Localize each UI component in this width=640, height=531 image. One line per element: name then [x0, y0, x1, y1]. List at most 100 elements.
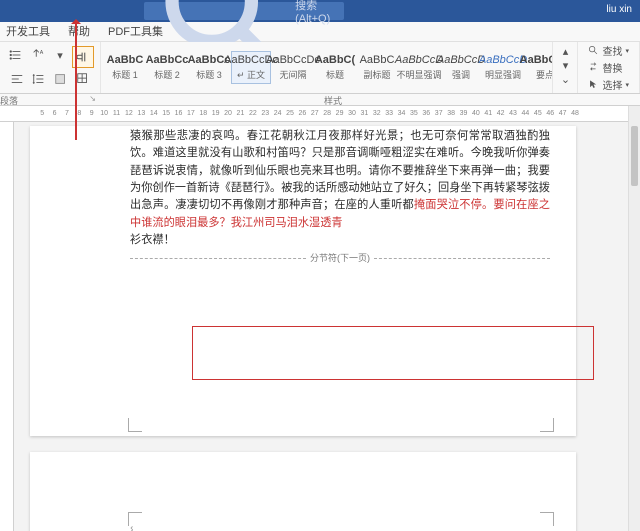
vertical-scrollbar[interactable]: [628, 106, 640, 531]
horizontal-ruler[interactable]: 5678910111213141516171819202122232425262…: [0, 106, 640, 122]
ruler-tick: 16: [172, 110, 184, 117]
ruler-tick: 40: [470, 110, 482, 117]
ruler-tick: 25: [284, 110, 296, 117]
svg-text:A: A: [40, 50, 44, 56]
style-item-3[interactable]: AaBbCcDc↵ 正文: [231, 51, 271, 84]
select-label: 选择: [602, 77, 622, 92]
ruler-tick: 26: [296, 110, 308, 117]
title-bar: 搜索(Alt+Q) liu xin: [0, 0, 640, 22]
style-item-5[interactable]: AaBbC(标题: [315, 51, 355, 84]
ruler-tick: 39: [457, 110, 469, 117]
ruler-tick: 5: [36, 110, 48, 117]
chevron-down-icon[interactable]: ▾: [50, 46, 70, 64]
ruler-tick: 24: [271, 110, 283, 117]
ruler-tick: 30: [346, 110, 358, 117]
style-item-10[interactable]: AaBbCcD要点: [525, 51, 553, 84]
find-button[interactable]: 查找▾: [588, 43, 629, 58]
ribbon-captions: 段落 ↘ 样式: [0, 94, 640, 106]
ruler-tick: 32: [371, 110, 383, 117]
ruler-tick: 36: [420, 110, 432, 117]
replace-button[interactable]: 替换: [588, 60, 629, 75]
style-preview: AaBbCcD: [520, 54, 554, 66]
style-item-9[interactable]: AaBbCcD明显强调: [483, 51, 523, 84]
ruler-tick: 38: [445, 110, 457, 117]
ruler-tick: 22: [247, 110, 259, 117]
style-sub: 标题 3: [196, 68, 222, 81]
style-item-1[interactable]: AaBbCc标题 2: [147, 51, 187, 84]
style-sub: ↵ 正文: [237, 68, 265, 81]
style-sub: 明显强调: [485, 68, 521, 81]
style-sub: 副标题: [363, 68, 390, 81]
margin-corner-bl: [128, 418, 142, 432]
scrollbar-thumb[interactable]: [631, 126, 638, 186]
bullet-list-button[interactable]: [6, 46, 26, 64]
style-item-8[interactable]: AaBbCcD强调: [441, 51, 481, 84]
ruler-tick: 27: [309, 110, 321, 117]
ruler-tick: 9: [86, 110, 98, 117]
style-item-4[interactable]: AaBbCcDc无间隔: [273, 51, 313, 84]
ruler-tick: 17: [185, 110, 197, 117]
cursor-icon: [588, 79, 599, 90]
editing-group: 查找▾ 替换 选择▾: [578, 42, 640, 93]
ruler-tick: 11: [110, 110, 122, 117]
page-1[interactable]: 猿猴那些悲凄的哀鸣。春江花朝秋江月夜那样好光景；也无可奈何常常取酒独酌独饮。难道…: [30, 126, 576, 436]
ruler-tick: 47: [556, 110, 568, 117]
shading-button[interactable]: [51, 70, 71, 88]
line-spacing-button[interactable]: [29, 70, 49, 88]
section-break: 分节符(下一页): [130, 252, 550, 266]
ruler-tick: 45: [532, 110, 544, 117]
ruler-tick: 35: [408, 110, 420, 117]
select-button[interactable]: 选择▾: [588, 77, 629, 92]
ruler-tick: 44: [519, 110, 531, 117]
tab-dev-tools[interactable]: 开发工具: [4, 21, 52, 41]
body-span-2: 衫衣襟！: [130, 234, 175, 246]
ruler-tick: 29: [333, 110, 345, 117]
ruler-tick: 19: [209, 110, 221, 117]
page-2[interactable]: ⸾: [30, 452, 576, 531]
style-sub: 无间隔: [279, 68, 306, 81]
style-item-7[interactable]: AaBbCcD不明显强调: [399, 51, 439, 84]
find-label: 查找: [602, 43, 622, 58]
ruler-tick: 20: [222, 110, 234, 117]
ruler-tick: 14: [148, 110, 160, 117]
gallery-more-button[interactable]: ⌄: [555, 72, 575, 86]
tab-help[interactable]: 帮助: [66, 21, 92, 41]
ruler-tick: 28: [321, 110, 333, 117]
style-sub: 强调: [452, 68, 470, 81]
document-body[interactable]: 猿猴那些悲凄的哀鸣。春江花朝秋江月夜那样好光景；也无可奈何常常取酒独酌独饮。难道…: [130, 128, 550, 265]
ruler-tick: 21: [234, 110, 246, 117]
align-left-button[interactable]: [7, 70, 27, 88]
search-placeholder: 搜索(Alt+Q): [295, 0, 338, 25]
margin-corner-tr: [540, 512, 554, 526]
ruler-tick: 34: [395, 110, 407, 117]
gallery-up-button[interactable]: ▴: [555, 44, 575, 58]
margin-corner-br: [540, 418, 554, 432]
vertical-ruler[interactable]: [0, 122, 14, 531]
ribbon-tabs: 开发工具 帮助 PDF工具集: [0, 22, 640, 42]
user-name[interactable]: liu xin: [606, 4, 632, 15]
style-preview: AaBbCcDc: [266, 54, 320, 66]
ribbon: A ▾ AaBbC标题 1AaBbCc标题 2AaBbCc标题 3AaBbCcD…: [0, 42, 640, 94]
ruler-tick: 46: [544, 110, 556, 117]
style-item-0[interactable]: AaBbC标题 1: [105, 51, 145, 84]
search-box[interactable]: 搜索(Alt+Q): [144, 2, 344, 20]
style-item-2[interactable]: AaBbCc标题 3: [189, 51, 229, 84]
styles-gallery: AaBbC标题 1AaBbCc标题 2AaBbCc标题 3AaBbCcDc↵ 正…: [101, 42, 553, 93]
style-preview: AaBbC: [360, 54, 395, 66]
style-sub: 要点: [536, 68, 554, 81]
style-preview: AaBbC: [107, 54, 144, 66]
style-sub: 标题 2: [154, 68, 180, 81]
ruler-tick: 6: [48, 110, 60, 117]
paragraph-caption: 段落: [0, 94, 18, 105]
gallery-down-button[interactable]: ▾: [555, 58, 575, 72]
annotation-redbox: [192, 326, 594, 380]
ruler-tick: 10: [98, 110, 110, 117]
sort-button[interactable]: A: [28, 46, 48, 64]
style-preview: AaBbC(: [315, 54, 355, 66]
ruler-tick: 23: [259, 110, 271, 117]
style-sub: 不明显强调: [397, 68, 442, 81]
ruler-tick: 37: [433, 110, 445, 117]
ruler-tick: 43: [507, 110, 519, 117]
replace-icon: [588, 62, 599, 73]
style-item-6[interactable]: AaBbC 副标题: [357, 51, 397, 84]
